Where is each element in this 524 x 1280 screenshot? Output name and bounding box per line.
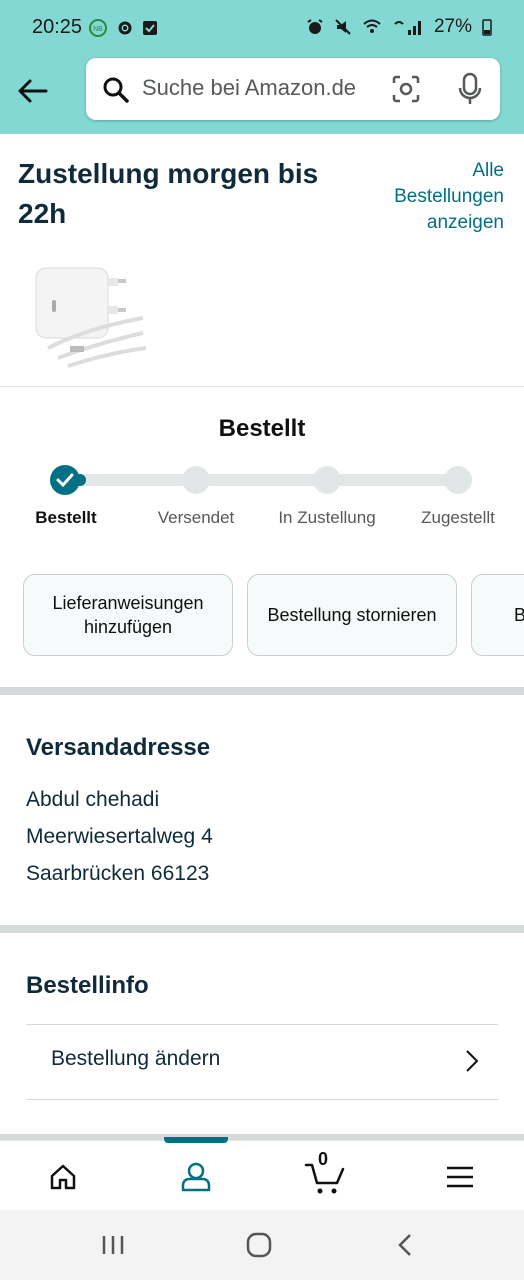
search-placeholder: Suche bei Amazon.de — [142, 75, 357, 100]
search-input[interactable]: Suche bei Amazon.de — [86, 58, 500, 120]
step-label-ordered: Bestellt — [35, 508, 97, 527]
step-label-delivered: Zugestellt — [421, 508, 495, 527]
section-divider — [0, 925, 524, 933]
step-label-shipped: Versendet — [157, 508, 235, 527]
checkbox-notification-icon — [143, 21, 157, 35]
shipping-address-section: Versandadresse Abdul chehadi Meerwiesert… — [0, 696, 524, 924]
section-divider — [0, 687, 524, 695]
camera-scan-icon[interactable] — [391, 74, 421, 104]
order-info-heading: Bestellinfo — [26, 972, 149, 999]
status-right: 27% — [306, 16, 492, 38]
cart-count-badge: 0 — [318, 1149, 329, 1169]
address-street: Meerwiesertalweg 4 — [26, 825, 213, 848]
back-arrow-icon[interactable] — [16, 74, 50, 108]
more-actions-button[interactable]: B — [471, 574, 524, 656]
step-label-in-delivery: In Zustellung — [278, 508, 376, 527]
nav-account[interactable] — [166, 1155, 226, 1199]
checkmark-icon — [56, 473, 74, 488]
status-bar: 20:25 NB 27% — [0, 0, 524, 58]
step-dot-delivered — [444, 466, 472, 494]
mute-icon — [335, 19, 351, 35]
tracking-section: Bestellt Bestellt Versendet In Zustellun… — [0, 387, 524, 687]
step-dot-in-delivery — [313, 466, 341, 494]
nav-menu[interactable] — [430, 1155, 490, 1199]
change-order-row[interactable]: Bestellung ändern — [26, 1024, 498, 1100]
chevron-right-icon — [466, 1050, 479, 1072]
notification-app-icon: NB — [89, 19, 107, 37]
shipping-address-heading: Versandadresse — [26, 734, 211, 761]
add-delivery-instructions-button[interactable]: Lieferanweisungen hinzufügen — [23, 574, 233, 656]
status-time: 20:25 — [32, 16, 83, 38]
address-city: Saarbrücken 66123 — [26, 862, 210, 885]
nav-home[interactable] — [33, 1155, 93, 1199]
bottom-navigation: 0 — [0, 1137, 524, 1211]
battery-icon — [482, 19, 492, 36]
step-dot-shipped — [182, 466, 210, 494]
delivery-title: Zustellung morgen bis 22h — [18, 158, 319, 229]
all-orders-link[interactable]: Alle Bestellungen anzeigen — [364, 158, 504, 236]
home-icon — [50, 1164, 76, 1190]
home-button-icon[interactable] — [246, 1232, 272, 1258]
user-icon — [181, 1162, 211, 1192]
system-back-icon[interactable] — [396, 1232, 414, 1258]
signal-icon — [394, 21, 421, 35]
change-order-label: Bestellung ändern — [51, 1047, 221, 1070]
alarm-icon — [307, 19, 323, 34]
progress-track — [66, 474, 460, 486]
battery-percent: 27% — [433, 16, 472, 37]
search-header: Suche bei Amazon.de — [0, 58, 524, 134]
hamburger-menu-icon — [447, 1166, 473, 1188]
order-info-section: Bestellinfo Bestellung ändern — [0, 934, 524, 1134]
step-dot-ordered — [50, 465, 80, 495]
active-tab-indicator — [164, 1137, 228, 1143]
svg-text:NB: NB — [93, 26, 103, 33]
cancel-order-button[interactable]: Bestellung stornieren — [247, 574, 457, 656]
nav-cart[interactable]: 0 — [296, 1149, 356, 1199]
search-icon — [103, 77, 129, 103]
system-navigation-bar — [0, 1210, 524, 1280]
status-left-icons: NB — [88, 18, 158, 38]
microphone-icon[interactable] — [458, 72, 482, 106]
wifi-icon — [363, 19, 381, 33]
product-image[interactable] — [28, 258, 148, 370]
delivery-section: Zustellung morgen bis 22h Alle Bestellun… — [0, 134, 524, 387]
address-name: Abdul chehadi — [26, 788, 160, 811]
recent-apps-icon[interactable] — [100, 1234, 126, 1256]
tracking-status-heading: Bestellt — [218, 415, 306, 442]
settings-gear-icon — [118, 21, 132, 35]
action-buttons-row: Lieferanweisungen hinzufügen Bestellung … — [0, 574, 524, 660]
